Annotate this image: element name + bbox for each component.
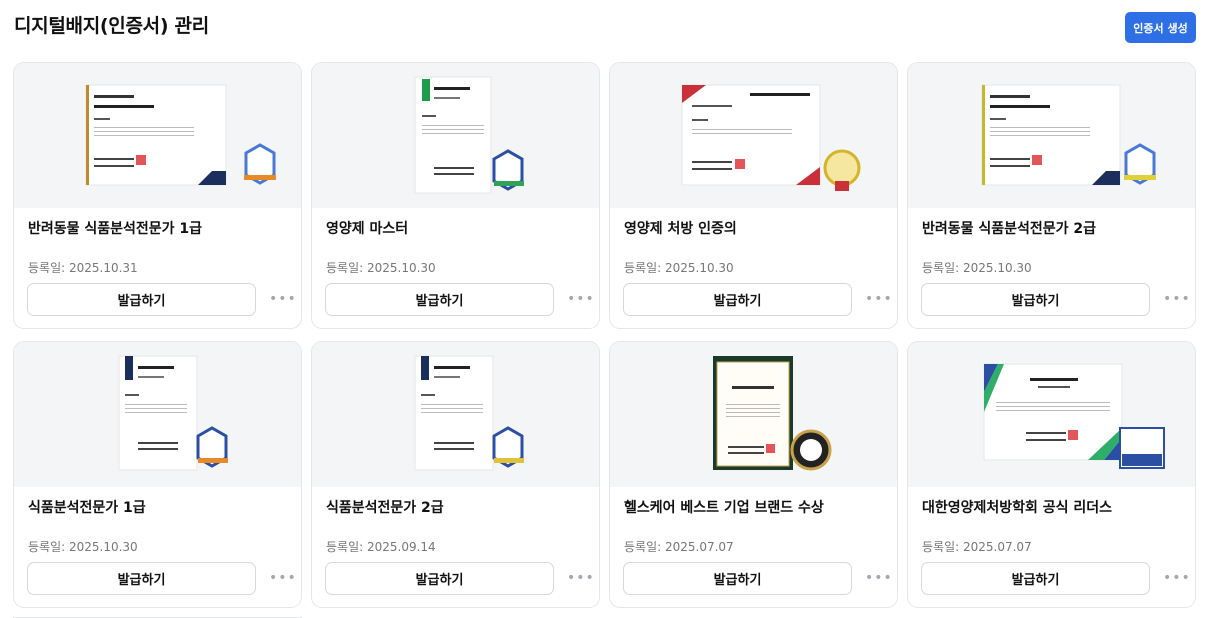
certificate-image bbox=[414, 76, 524, 194]
certificate-title: 식품분석전문가 1급 bbox=[28, 500, 146, 516]
registration-date: 등록일: 2025.07.07 bbox=[624, 540, 734, 554]
issue-button[interactable]: 발급하기 bbox=[27, 283, 256, 316]
more-horizontal-icon[interactable]: ••• bbox=[269, 291, 296, 307]
registration-date: 등록일: 2025.10.31 bbox=[28, 261, 138, 275]
certificate-thumbnail bbox=[610, 63, 897, 208]
more-horizontal-icon[interactable]: ••• bbox=[865, 291, 892, 307]
create-certificate-button[interactable]: 인증서 생성 bbox=[1125, 12, 1196, 43]
certificate-grid: 반려동물 식품분석전문가 1급 등록일: 2025.10.31 발급하기 •••… bbox=[13, 62, 1196, 608]
certificate-thumbnail bbox=[312, 63, 599, 208]
registration-date: 등록일: 2025.10.30 bbox=[922, 261, 1032, 275]
certificate-title: 영양제 마스터 bbox=[326, 221, 409, 237]
registration-date: 등록일: 2025.10.30 bbox=[28, 540, 138, 554]
registration-date: 등록일: 2025.09.14 bbox=[326, 540, 436, 554]
registration-date: 등록일: 2025.07.07 bbox=[922, 540, 1032, 554]
more-horizontal-icon[interactable]: ••• bbox=[1163, 291, 1190, 307]
certificate-title: 식품분석전문가 2급 bbox=[326, 500, 444, 516]
certificate-image bbox=[414, 355, 524, 471]
certificate-thumbnail bbox=[14, 63, 301, 208]
more-horizontal-icon[interactable]: ••• bbox=[865, 570, 892, 586]
certificate-title: 헬스케어 베스트 기업 브랜드 수상 bbox=[624, 500, 824, 516]
issue-button[interactable]: 발급하기 bbox=[27, 562, 256, 595]
certificate-card[interactable]: 영양제 처방 인증의 등록일: 2025.10.30 발급하기 ••• bbox=[609, 62, 898, 329]
more-horizontal-icon[interactable]: ••• bbox=[567, 291, 594, 307]
certificate-card[interactable]: 반려동물 식품분석전문가 2급 등록일: 2025.10.30 발급하기 ••• bbox=[907, 62, 1196, 329]
certificate-thumbnail bbox=[312, 342, 599, 487]
certificate-thumbnail bbox=[610, 342, 897, 487]
certificate-title: 반려동물 식품분석전문가 1급 bbox=[28, 221, 203, 237]
issue-button[interactable]: 발급하기 bbox=[325, 562, 554, 595]
issue-button[interactable]: 발급하기 bbox=[921, 562, 1150, 595]
certificate-thumbnail bbox=[908, 342, 1195, 487]
certificate-card[interactable]: 헬스케어 베스트 기업 브랜드 수상 등록일: 2025.07.07 발급하기 … bbox=[609, 341, 898, 608]
registration-date: 등록일: 2025.10.30 bbox=[624, 261, 734, 275]
certificate-card[interactable]: 식품분석전문가 1급 등록일: 2025.10.30 발급하기 ••• bbox=[13, 341, 302, 608]
certificate-image bbox=[983, 363, 1165, 469]
page-title: 디지털배지(인증서) 관리 bbox=[14, 15, 209, 37]
issue-button[interactable]: 발급하기 bbox=[623, 283, 852, 316]
certificate-thumbnail bbox=[908, 63, 1195, 208]
issue-button[interactable]: 발급하기 bbox=[623, 562, 852, 595]
certificate-title: 반려동물 식품분석전문가 2급 bbox=[922, 221, 1097, 237]
certificate-card[interactable]: 영양제 마스터 등록일: 2025.10.30 발급하기 ••• bbox=[311, 62, 600, 329]
certificate-image bbox=[118, 355, 228, 471]
certificate-card[interactable]: 대한영양제처방학회 공식 리더스 등록일: 2025.07.07 발급하기 ••… bbox=[907, 341, 1196, 608]
certificate-image bbox=[713, 356, 832, 471]
certificate-card[interactable]: 식품분석전문가 2급 등록일: 2025.09.14 발급하기 ••• bbox=[311, 341, 600, 608]
certificate-card[interactable]: 반려동물 식품분석전문가 1급 등록일: 2025.10.31 발급하기 ••• bbox=[13, 62, 302, 329]
issue-button[interactable]: 발급하기 bbox=[921, 283, 1150, 316]
more-horizontal-icon[interactable]: ••• bbox=[567, 570, 594, 586]
registration-date: 등록일: 2025.10.30 bbox=[326, 261, 436, 275]
certificate-image bbox=[681, 84, 861, 191]
certificate-title: 영양제 처방 인증의 bbox=[624, 221, 737, 237]
issue-button[interactable]: 발급하기 bbox=[325, 283, 554, 316]
more-horizontal-icon[interactable]: ••• bbox=[1163, 570, 1190, 586]
more-horizontal-icon[interactable]: ••• bbox=[269, 570, 296, 586]
certificate-thumbnail bbox=[14, 342, 301, 487]
certificate-title: 대한영양제처방학회 공식 리더스 bbox=[922, 500, 1113, 516]
certificate-image bbox=[85, 84, 276, 186]
certificate-image bbox=[981, 84, 1156, 186]
